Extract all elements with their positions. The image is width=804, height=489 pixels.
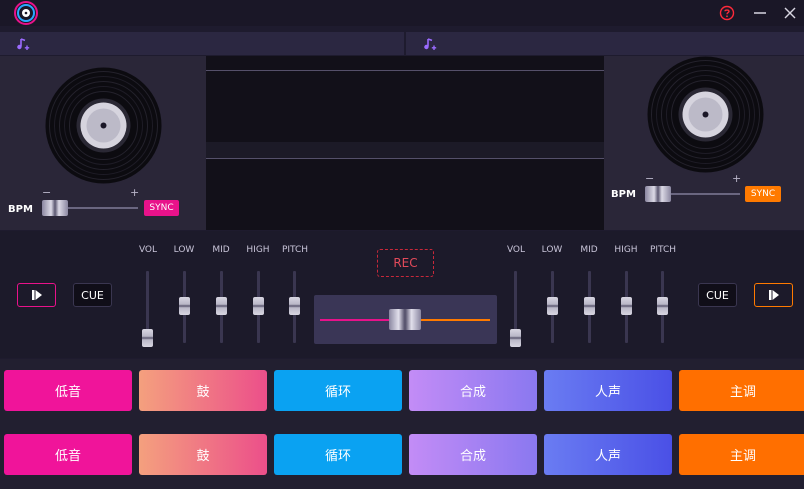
left-waveform-line xyxy=(206,70,604,71)
right-low-label: LOW xyxy=(541,245,563,255)
left-bpm-minus[interactable]: − xyxy=(42,186,51,199)
pad-bass-1[interactable]: 低音 xyxy=(4,370,132,411)
pad-vocal-1[interactable]: 人声 xyxy=(544,370,672,411)
left-low-knob[interactable] xyxy=(179,297,190,315)
right-sync-button[interactable]: SYNC xyxy=(745,186,781,202)
right-track-bar xyxy=(406,32,804,55)
play-pause-icon xyxy=(31,290,42,300)
left-bpm-plus[interactable]: + xyxy=(130,186,139,199)
left-vol-label: VOL xyxy=(138,245,158,255)
right-bpm-knob[interactable] xyxy=(645,186,671,202)
play-pause-icon xyxy=(768,290,779,300)
left-mid-knob[interactable] xyxy=(216,297,227,315)
pad-drum-1[interactable]: 鼓 xyxy=(139,370,267,411)
minimize-icon xyxy=(754,12,766,14)
right-pitch-label: PITCH xyxy=(649,245,677,255)
right-pitch-knob[interactable] xyxy=(657,297,668,315)
right-mid-knob[interactable] xyxy=(584,297,595,315)
right-play-button[interactable] xyxy=(754,283,793,307)
left-low-label: LOW xyxy=(173,245,195,255)
crossfader[interactable] xyxy=(314,295,497,344)
left-turntable[interactable] xyxy=(45,67,162,184)
left-mid-label: MID xyxy=(212,245,230,255)
pad-synth-2[interactable]: 合成 xyxy=(409,434,537,475)
left-pitch-knob[interactable] xyxy=(289,297,300,315)
right-vol-knob[interactable] xyxy=(510,329,521,347)
music-add-icon[interactable] xyxy=(423,37,437,51)
right-turntable[interactable] xyxy=(647,56,764,173)
left-play-button[interactable] xyxy=(17,283,56,307)
left-bpm-knob[interactable] xyxy=(42,200,68,216)
right-high-label: HIGH xyxy=(614,245,638,255)
right-bpm-plus[interactable]: + xyxy=(732,172,741,185)
help-circle-icon[interactable] xyxy=(719,5,735,21)
crossfader-right-track xyxy=(420,319,490,321)
close-button[interactable] xyxy=(780,3,800,23)
crossfader-knob[interactable] xyxy=(389,309,421,330)
title-bar xyxy=(0,0,804,26)
waveform-divider xyxy=(206,142,604,158)
minimize-button[interactable] xyxy=(750,3,770,23)
left-bpm-slider[interactable] xyxy=(42,200,138,216)
rec-button[interactable]: REC xyxy=(377,249,434,277)
pad-loop-1[interactable]: 循环 xyxy=(274,370,402,411)
right-low-knob[interactable] xyxy=(547,297,558,315)
vinyl-logo-icon xyxy=(14,1,38,25)
left-sync-button[interactable]: SYNC xyxy=(144,200,179,216)
right-vol-label: VOL xyxy=(506,245,526,255)
pad-melody-1[interactable]: 主调 xyxy=(679,370,804,411)
left-bpm-label: BPM xyxy=(8,204,33,215)
close-icon xyxy=(784,7,796,19)
pad-vocal-2[interactable]: 人声 xyxy=(544,434,672,475)
right-high-knob[interactable] xyxy=(621,297,632,315)
pad-synth-1[interactable]: 合成 xyxy=(409,370,537,411)
left-high-label: HIGH xyxy=(246,245,270,255)
left-high-knob[interactable] xyxy=(253,297,264,315)
right-bpm-slider[interactable] xyxy=(645,186,740,202)
right-cue-button[interactable]: CUE xyxy=(698,283,737,307)
pad-drum-2[interactable]: 鼓 xyxy=(139,434,267,475)
pad-bass-2[interactable]: 低音 xyxy=(4,434,132,475)
left-pitch-label: PITCH xyxy=(281,245,309,255)
left-track-bar xyxy=(0,32,404,55)
pad-melody-2[interactable]: 主调 xyxy=(679,434,804,475)
crossfader-left-track xyxy=(320,319,398,321)
left-vol-knob[interactable] xyxy=(142,329,153,347)
pad-loop-2[interactable]: 循环 xyxy=(274,434,402,475)
right-waveform-line xyxy=(206,158,604,159)
right-bpm-minus[interactable]: − xyxy=(645,172,654,185)
left-cue-button[interactable]: CUE xyxy=(73,283,112,307)
music-add-icon[interactable] xyxy=(16,37,30,51)
right-mid-label: MID xyxy=(580,245,598,255)
right-bpm-label: BPM xyxy=(611,189,636,200)
